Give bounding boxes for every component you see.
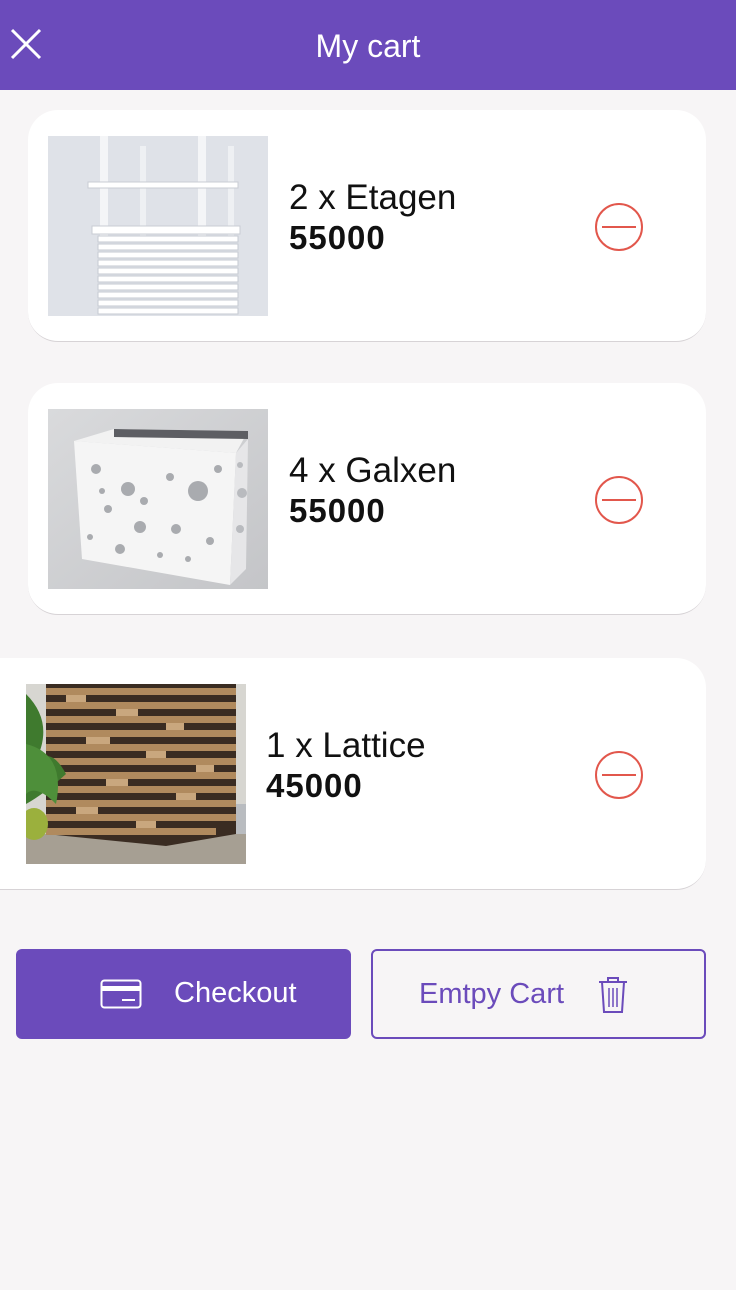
product-image	[48, 409, 268, 589]
item-name: 4 x Galxen	[289, 451, 457, 490]
item-price: 55000	[289, 492, 386, 529]
cart-item-lattice: 1 x Lattice 45000	[0, 658, 706, 890]
credit-card-icon	[100, 979, 142, 1009]
product-image	[48, 136, 268, 316]
page-title: My cart	[315, 28, 421, 64]
remove-item-button[interactable]	[594, 202, 644, 252]
item-price: 45000	[266, 767, 363, 804]
item-name: 1 x Lattice	[266, 726, 426, 765]
item-name: 2 x Etagen	[289, 178, 457, 217]
app-header: My cart	[0, 0, 736, 90]
item-price: 55000	[289, 219, 386, 256]
remove-circle-icon	[595, 203, 643, 251]
remove-item-button[interactable]	[594, 475, 644, 525]
trash-icon	[599, 977, 627, 1013]
checkout-button[interactable]: Checkout	[16, 949, 351, 1039]
empty-cart-label: Emtpy Cart	[419, 978, 565, 1010]
empty-cart-button[interactable]: Emtpy Cart	[371, 949, 706, 1039]
cart-item-etagen: 2 x Etagen 55000	[28, 110, 706, 342]
remove-circle-icon	[595, 476, 643, 524]
cart-item-galxen: 4 x Galxen 55000	[28, 383, 706, 615]
remove-item-button[interactable]	[594, 750, 644, 800]
product-image	[26, 684, 246, 864]
checkout-label: Checkout	[174, 977, 297, 1009]
remove-circle-icon	[595, 751, 643, 799]
